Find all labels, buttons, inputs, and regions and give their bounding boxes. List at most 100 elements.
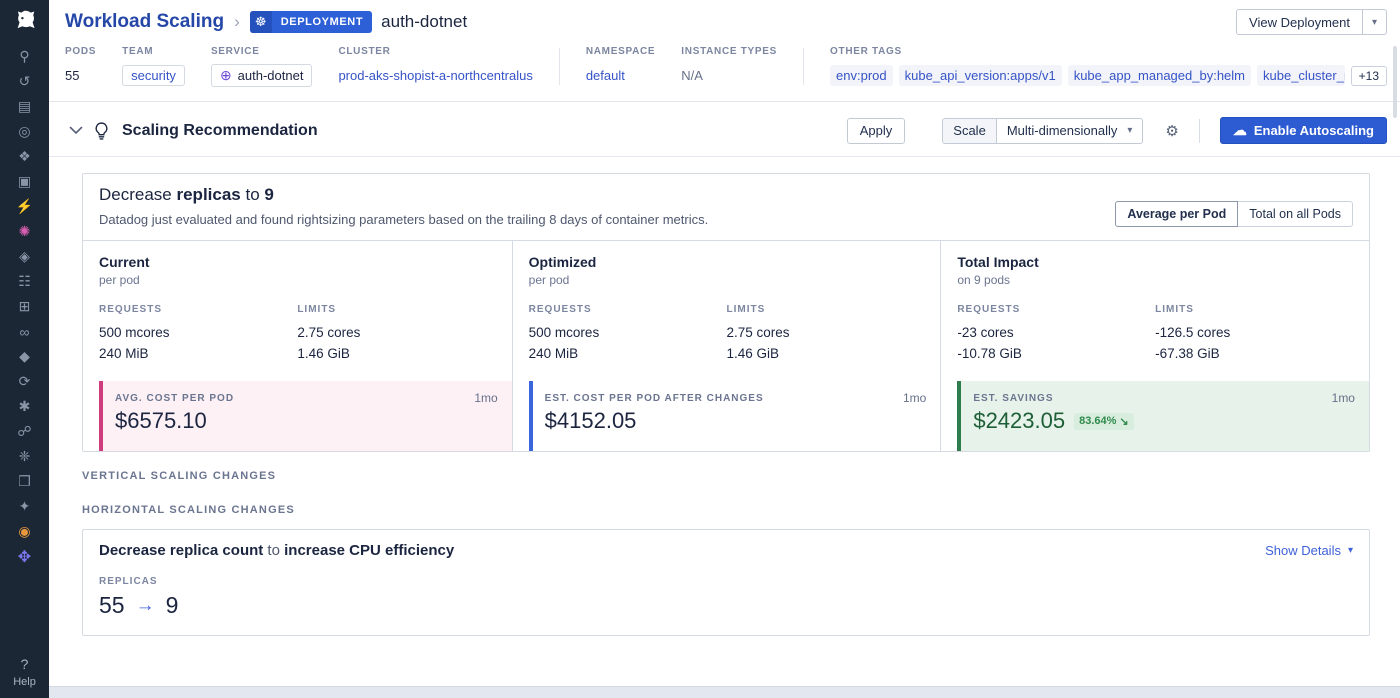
tag-kube-cluster-name[interactable]: kube_cluster_name:prod-a [1257,65,1345,86]
containers-icon[interactable]: ▣ [0,169,49,194]
requests-label: REQUESTS [529,304,727,315]
total-limits-mem: -67.38 GiB [1155,343,1353,364]
error-tracking-icon[interactable]: ✱ [0,394,49,419]
metrics-icon[interactable]: ▤ [0,94,49,119]
synthetics-icon[interactable]: ∞ [0,319,49,344]
recommendation-card: Decrease replicas to 9 Datadog just eval… [82,173,1370,452]
resource-blocks-icon[interactable]: ❒ [0,469,49,494]
workflows-icon[interactable]: ❈ [0,444,49,469]
namespace-link[interactable]: default [586,68,625,83]
total-impact-requests-limits: REQUESTS -23 cores -10.78 GiB LIMITS -12… [957,304,1369,364]
section-title: Scaling Recommendation [122,122,318,140]
savings-box: EST. SAVINGS 1mo $2423.05 83.64% ↘ [957,381,1369,451]
other-tags-label: OTHER TAGS [830,46,1387,57]
column-total-impact: Total Impact on 9 pods REQUESTS -23 core… [940,241,1369,451]
horizontal-card-headline: Decrease replica count to increase CPU e… [99,542,454,559]
history-icon[interactable]: ↺ [0,69,49,94]
current-requests-mem: 240 MiB [99,343,297,364]
more-tags-button[interactable]: +13 [1351,66,1387,86]
scale-select-label: Scale [943,119,997,143]
current-requests-cpu: 500 mcores [99,322,297,343]
scale-mode-select[interactable]: Scale Multi-dimensionally ▾ [942,118,1143,144]
recommendation-headline: Decrease replicas to 9 [99,185,708,205]
recommendation-subtitle: Datadog just evaluated and found rightsi… [99,212,708,227]
pods-label: PODS [65,46,96,57]
vertical-scrollbar[interactable] [1393,46,1397,118]
infrastructure-icon[interactable]: ❖ [0,144,49,169]
vertical-scaling-section-label: VERTICAL SCALING CHANGES [82,470,1370,482]
security-icon[interactable]: ◆ [0,344,49,369]
optimized-limits-cpu: 2.75 cores [726,322,924,343]
team-label: TEAM [122,46,185,57]
current-title: Current [99,254,512,270]
requests-label: REQUESTS [957,304,1155,315]
events-icon[interactable]: ⚡ [0,194,49,219]
current-cost-box: AVG. COST PER POD 1mo $6575.10 [99,381,512,451]
bottom-scrollbar-strip[interactable] [49,686,1400,698]
horizontal-scaling-card: Decrease replica count to increase CPU e… [82,529,1370,636]
enable-autoscaling-button[interactable]: ☁ Enable Autoscaling [1220,117,1387,144]
recommendation-headline-block: Decrease replicas to 9 Datadog just eval… [99,185,708,227]
chevron-down-icon: ▾ [1348,545,1353,556]
current-cost-label: AVG. COST PER POD [115,393,234,404]
datadog-logo-icon[interactable] [10,6,40,36]
service-chip[interactable]: ⊕ auth-dotnet [211,64,313,87]
collapse-chevron-icon[interactable] [69,126,83,135]
current-cost-value: $6575.10 [115,408,207,434]
average-per-pod-toggle[interactable]: Average per Pod [1115,201,1238,227]
autoscaling-cloud-icon: ☁ [1233,122,1247,139]
ci-visibility-icon[interactable]: ⊞ [0,294,49,319]
meta-divider [803,48,804,85]
help-label[interactable]: Help [13,676,36,688]
cluster-link[interactable]: prod-aks-shopist-a-northcentralus [338,68,532,83]
topbar-actions: View Deployment ▾ [1236,9,1387,35]
team-chip[interactable]: security [122,65,185,86]
help-icon[interactable]: ? [13,656,36,672]
instance-types-value: N/A [681,64,777,87]
limits-label: LIMITS [297,304,495,315]
datadog-dog-glyph [12,8,38,34]
tag-kube-app-managed-by[interactable]: kube_app_managed_by:helm [1068,65,1251,86]
show-details-link[interactable]: Show Details ▾ [1265,543,1353,558]
bits-ai-icon[interactable]: ✺ [0,219,49,244]
column-optimized: Optimized per pod REQUESTS 500 mcores 24… [512,241,941,451]
deployment-badge-label: DEPLOYMENT [272,16,372,28]
replicas-to: 9 [166,592,179,619]
optimized-cost-value: $4152.05 [545,408,637,434]
integrations-icon[interactable]: ☍ [0,419,49,444]
workload-scaling-icon[interactable]: ✥ [0,544,49,569]
global-nav-sidebar: ⚲ ↺ ▤ ◎ ❖ ▣ ⚡ ✺ ◈ ☷ ⊞ ∞ ◆ ⟳ ✱ ☍ ❈ ❒ ✦ ◉ … [0,0,49,698]
current-requests-limits: REQUESTS 500 mcores 240 MiB LIMITS 2.75 … [99,304,512,364]
main-content: Workload Scaling › ☸ DEPLOYMENT auth-dot… [49,0,1400,698]
replicas-change-row: 55 → 9 [99,592,1353,619]
gear-icon[interactable]: ⚙ [1165,122,1178,140]
total-requests-mem: -10.78 GiB [957,343,1155,364]
log-pipelines-icon[interactable]: ☷ [0,269,49,294]
replicas-from: 55 [99,592,125,619]
total-impact-title: Total Impact [957,254,1369,270]
tag-env[interactable]: env:prod [830,65,893,86]
logs-icon[interactable]: ◈ [0,244,49,269]
optimized-title: Optimized [529,254,941,270]
globe-icon: ⊕ [220,67,232,84]
scaling-recommendation-header: Scaling Recommendation Apply Scale Multi… [49,102,1400,157]
service-management-icon[interactable]: ⟳ [0,369,49,394]
enable-autoscaling-label: Enable Autoscaling [1254,123,1374,138]
instance-types-label: INSTANCE TYPES [681,46,777,57]
total-all-pods-toggle[interactable]: Total on all Pods [1237,201,1353,227]
watchdog-icon[interactable]: ◎ [0,119,49,144]
search-icon[interactable]: ⚲ [0,44,49,69]
tag-kube-api-version[interactable]: kube_api_version:apps/v1 [899,65,1062,86]
page-header: Workload Scaling › ☸ DEPLOYMENT auth-dot… [49,0,1400,102]
sparkle-icon[interactable]: ✦ [0,494,49,519]
view-deployment-dropdown-button[interactable]: ▾ [1363,9,1387,35]
recommendation-card-top: Decrease replicas to 9 Datadog just eval… [83,174,1369,240]
optimized-subtitle: per pod [529,273,941,287]
savings-label: EST. SAVINGS [973,393,1053,404]
topbar: Workload Scaling › ☸ DEPLOYMENT auth-dot… [49,0,1400,40]
view-deployment-button[interactable]: View Deployment [1236,9,1363,35]
notifications-bell-icon[interactable]: ◉ [0,519,49,544]
sidebar-help-area: ? Help [13,656,36,692]
apply-button[interactable]: Apply [847,118,906,144]
optimized-requests-limits: REQUESTS 500 mcores 240 MiB LIMITS 2.75 … [529,304,941,364]
